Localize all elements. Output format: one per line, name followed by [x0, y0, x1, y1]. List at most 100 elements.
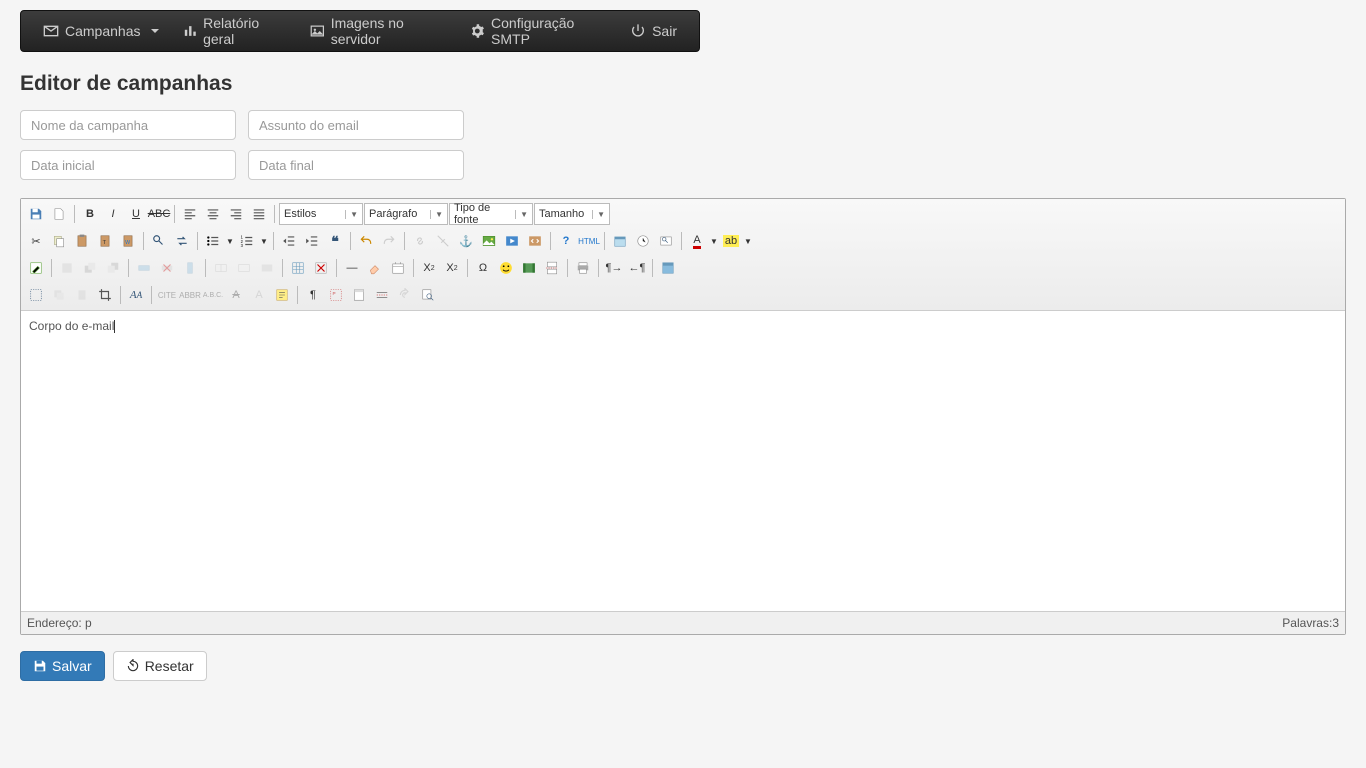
remove-format-icon[interactable] — [364, 257, 386, 279]
insert-video-icon[interactable] — [518, 257, 540, 279]
delete-table-icon[interactable] — [310, 257, 332, 279]
nav-imagens[interactable]: Imagens no servidor — [298, 10, 458, 52]
redo-icon[interactable] — [378, 230, 400, 252]
align-justify-icon[interactable] — [248, 203, 270, 225]
align-right-icon[interactable] — [225, 203, 247, 225]
preview-icon[interactable] — [655, 230, 677, 252]
show-invisible-icon[interactable]: ¶ — [302, 284, 324, 306]
help-icon[interactable]: ? — [555, 230, 577, 252]
abbr-icon[interactable]: ABBR — [179, 284, 201, 306]
page-break-icon[interactable] — [541, 257, 563, 279]
font-size-select[interactable]: Tamanho▼ — [534, 203, 610, 225]
font-family-select[interactable]: Tipo de fonte▼ — [449, 203, 533, 225]
paste-word-icon[interactable]: W — [117, 230, 139, 252]
campaign-name-input[interactable] — [20, 110, 236, 140]
styles-select[interactable]: Estilos▼ — [279, 203, 363, 225]
numlist-dropdown-icon[interactable]: ▼ — [259, 230, 269, 252]
indent-icon[interactable] — [301, 230, 323, 252]
nav-campanhas[interactable]: Campanhas — [31, 10, 171, 52]
insert-date-icon[interactable] — [609, 230, 631, 252]
refresh-icon[interactable] — [394, 284, 416, 306]
omega-icon[interactable]: Ω — [472, 257, 494, 279]
find-icon[interactable] — [148, 230, 170, 252]
edit-template-icon[interactable] — [25, 257, 47, 279]
link-icon[interactable] — [409, 230, 431, 252]
show-blocks-icon[interactable]: P — [325, 284, 347, 306]
reset-button[interactable]: Resetar — [113, 651, 207, 681]
numbered-list-icon[interactable]: 123 — [236, 230, 258, 252]
cell-props-icon[interactable] — [256, 257, 278, 279]
align-center-icon[interactable] — [202, 203, 224, 225]
replace-icon[interactable] — [171, 230, 193, 252]
editor-body[interactable]: Corpo do e-mail — [21, 311, 1345, 611]
layer-forward-icon[interactable] — [79, 257, 101, 279]
layer-absolute-icon[interactable] — [56, 257, 78, 279]
strikethrough-icon[interactable]: ABC — [148, 203, 170, 225]
nav-relatorio[interactable]: Relatório geral — [171, 10, 299, 52]
element-path[interactable]: Endereço: p — [27, 616, 92, 630]
insert-time-icon[interactable] — [632, 230, 654, 252]
subscript-icon[interactable]: X2 — [418, 257, 440, 279]
copy-icon[interactable] — [48, 230, 70, 252]
break-icon[interactable] — [371, 284, 393, 306]
ltr-icon[interactable]: ¶→ — [603, 257, 625, 279]
save-button[interactable]: Salvar — [20, 651, 105, 681]
paste-layer-icon[interactable] — [71, 284, 93, 306]
font-style-icon[interactable]: AA — [125, 284, 147, 306]
print-icon[interactable] — [572, 257, 594, 279]
underline-icon[interactable]: U — [125, 203, 147, 225]
new-doc-icon[interactable] — [48, 203, 70, 225]
insert-table-icon[interactable] — [287, 257, 309, 279]
bg-color-icon[interactable]: ab — [720, 230, 742, 252]
acronym-icon[interactable]: A.B.C. — [202, 284, 224, 306]
unlink-icon[interactable] — [432, 230, 454, 252]
bulleted-list-icon[interactable] — [202, 230, 224, 252]
superscript-icon[interactable]: X2 — [441, 257, 463, 279]
paste-icon[interactable] — [71, 230, 93, 252]
hr-icon[interactable]: — — [341, 257, 363, 279]
cite-icon[interactable]: CITE — [156, 284, 178, 306]
attributes-icon[interactable] — [271, 284, 293, 306]
del-icon[interactable]: A — [225, 284, 247, 306]
table-delete-row-icon[interactable] — [156, 257, 178, 279]
media-icon[interactable] — [501, 230, 523, 252]
nav-sair[interactable]: Sair — [618, 10, 689, 52]
end-date-input[interactable] — [248, 150, 464, 180]
copy-layer-icon[interactable] — [48, 284, 70, 306]
html-source-icon[interactable]: HTML — [578, 230, 600, 252]
italic-icon[interactable]: I — [102, 203, 124, 225]
text-color-icon[interactable]: A — [686, 230, 708, 252]
undo-icon[interactable] — [355, 230, 377, 252]
emoticon-icon[interactable] — [495, 257, 517, 279]
layer-backward-icon[interactable] — [102, 257, 124, 279]
table-insert-col-icon[interactable] — [179, 257, 201, 279]
select-area-icon[interactable] — [25, 284, 47, 306]
list-dropdown-icon[interactable]: ▼ — [225, 230, 235, 252]
calendar-icon[interactable] — [387, 257, 409, 279]
paste-text-icon[interactable]: T — [94, 230, 116, 252]
cut-icon[interactable]: ✂ — [25, 230, 47, 252]
anchor-icon[interactable]: ⚓ — [455, 230, 477, 252]
save-doc-icon[interactable] — [25, 203, 47, 225]
blockquote-icon[interactable]: ❝ — [324, 230, 346, 252]
merge-cells-icon[interactable] — [233, 257, 255, 279]
fullscreen-icon[interactable] — [657, 257, 679, 279]
table-insert-row-icon[interactable] — [133, 257, 155, 279]
bg-color-dropdown-icon[interactable]: ▼ — [743, 230, 753, 252]
rtl-icon[interactable]: ←¶ — [626, 257, 648, 279]
zoom-icon[interactable] — [417, 284, 439, 306]
template-icon[interactable] — [348, 284, 370, 306]
ins-icon[interactable]: A — [248, 284, 270, 306]
code-icon[interactable] — [524, 230, 546, 252]
text-color-dropdown-icon[interactable]: ▼ — [709, 230, 719, 252]
image-insert-icon[interactable] — [478, 230, 500, 252]
start-date-input[interactable] — [20, 150, 236, 180]
bold-icon[interactable]: B — [79, 203, 101, 225]
align-left-icon[interactable] — [179, 203, 201, 225]
paragraph-select[interactable]: Parágrafo▼ — [364, 203, 448, 225]
email-subject-input[interactable] — [248, 110, 464, 140]
outdent-icon[interactable] — [278, 230, 300, 252]
crop-icon[interactable] — [94, 284, 116, 306]
nav-config[interactable]: Configuração SMTP — [458, 10, 618, 52]
split-cells-icon[interactable] — [210, 257, 232, 279]
